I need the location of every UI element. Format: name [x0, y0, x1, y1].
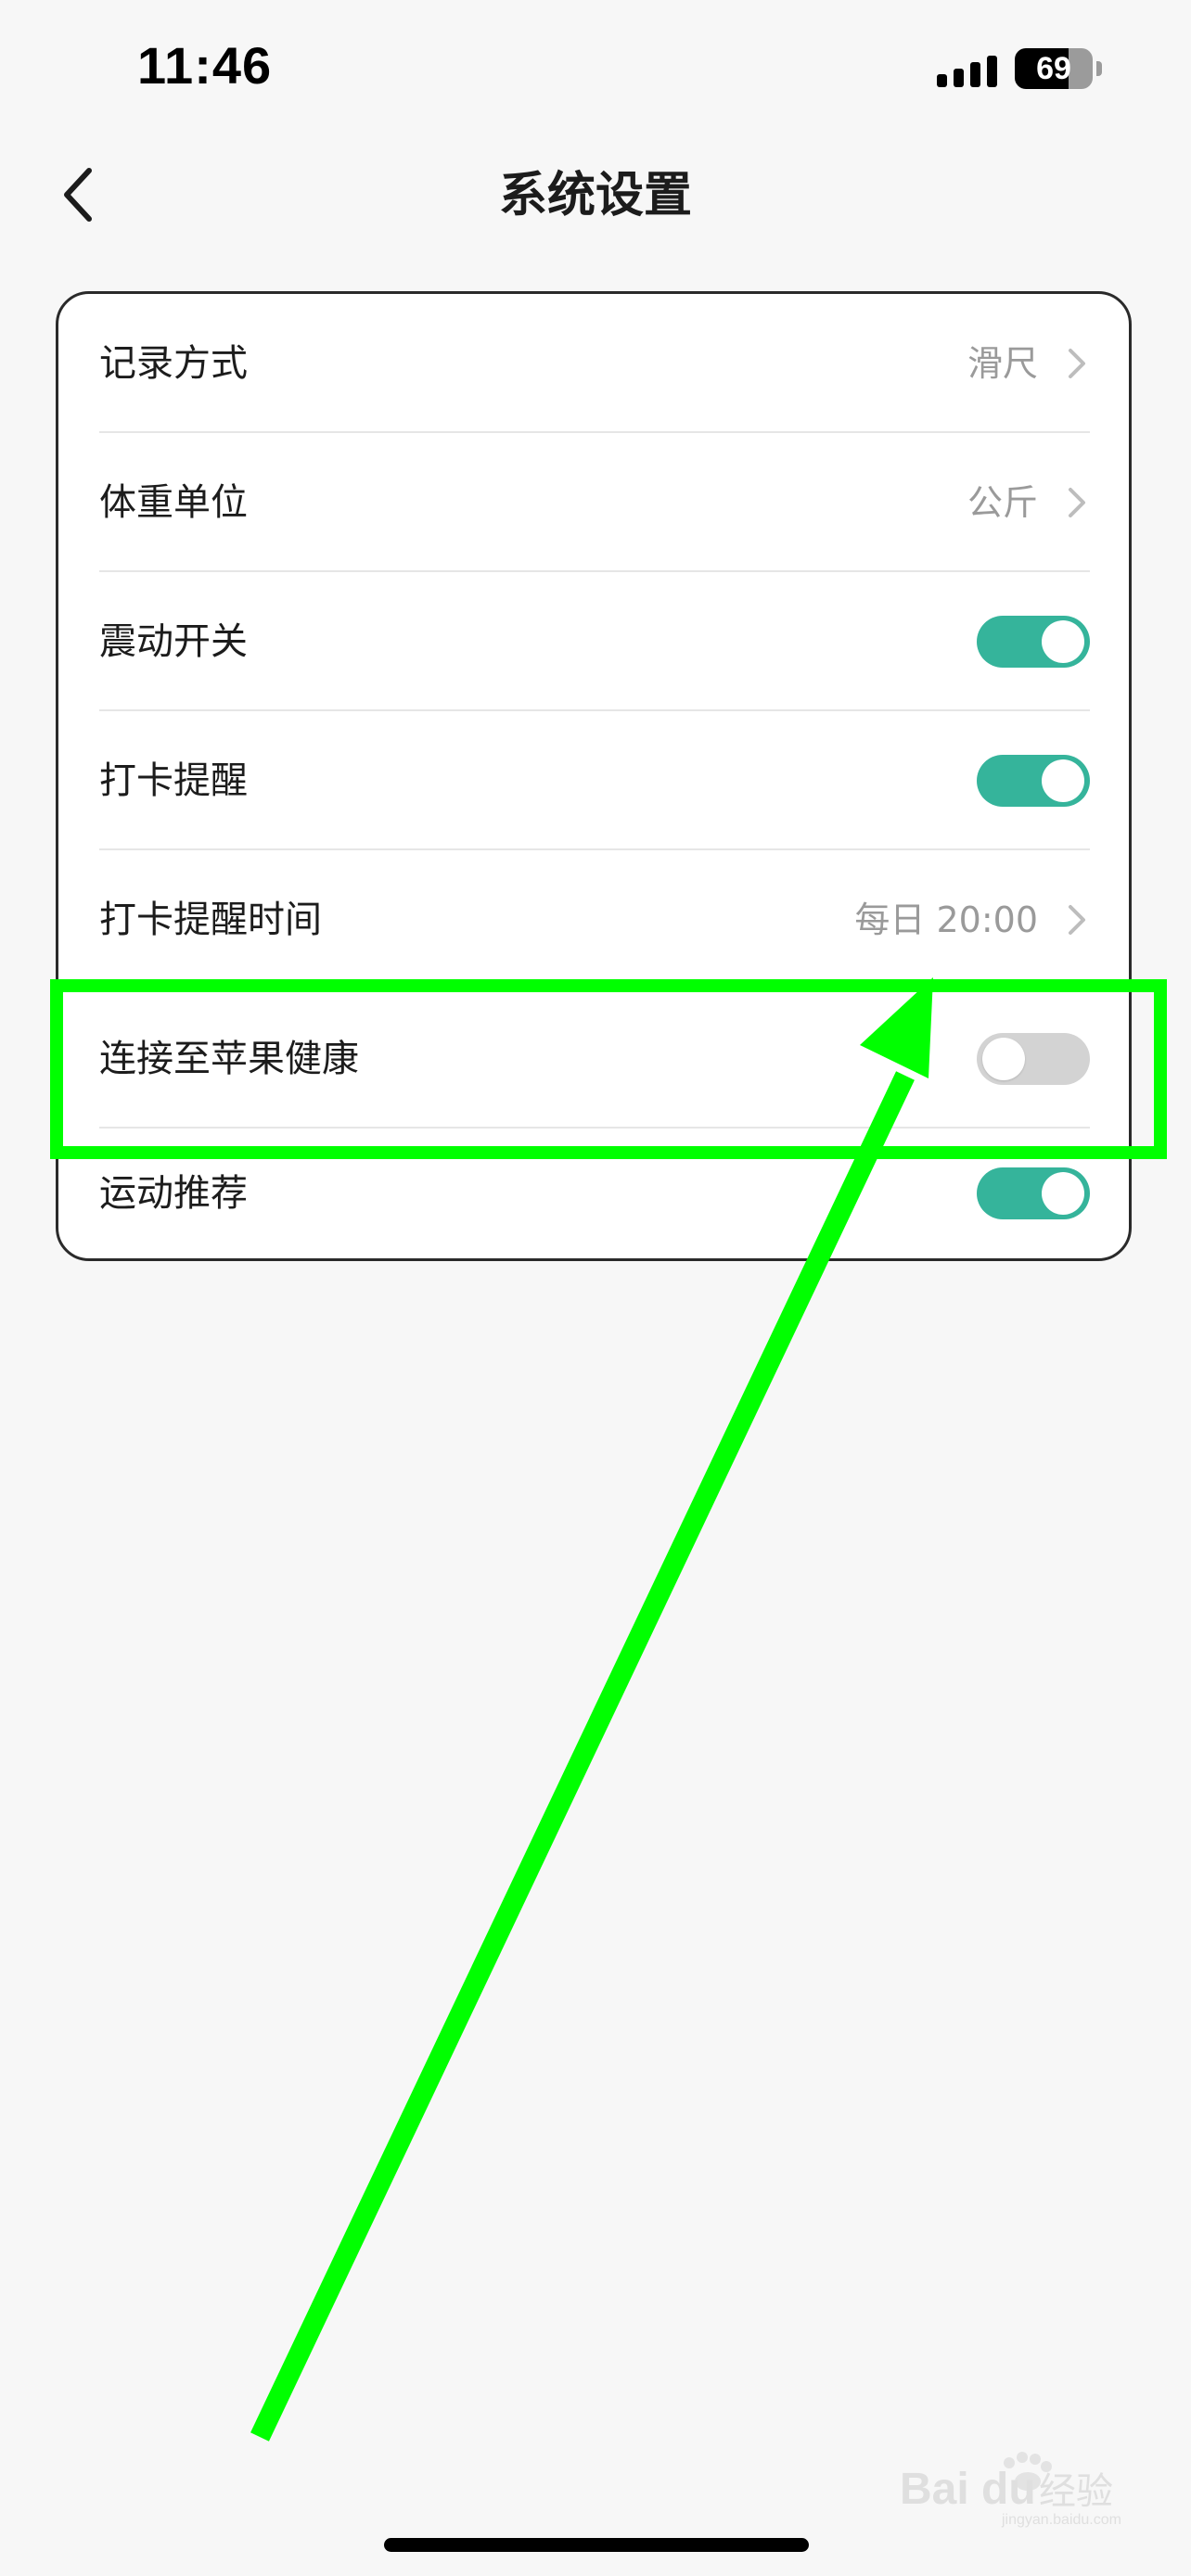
page-title: 系统设置	[498, 168, 692, 223]
toggle-knob	[1042, 759, 1084, 802]
chevron-right-icon	[1069, 905, 1085, 935]
battery-icon: 69	[1015, 48, 1093, 89]
setting-value: 滑尺	[967, 343, 1038, 384]
setting-label: 震动开关	[99, 620, 248, 663]
status-bar-time: 11:46	[137, 36, 273, 95]
baidu-jingyan-watermark: Bai du 经验 jingyan.baidu.com	[900, 2452, 1121, 2528]
cellular-signal-icon	[937, 50, 1011, 87]
setting-label: 打卡提醒	[99, 759, 248, 802]
annotation-highlight-box	[50, 979, 1167, 1159]
setting-row-vibration: 震动开关	[58, 572, 1129, 711]
setting-value: 公斤	[967, 482, 1038, 523]
setting-row-checkin-reminder: 打卡提醒	[58, 711, 1129, 850]
setting-label: 打卡提醒时间	[99, 899, 322, 941]
setting-row-reminder-time[interactable]: 打卡提醒时间 每日 20:00	[58, 850, 1129, 989]
setting-value: 每日 20:00	[854, 899, 1038, 940]
svg-text:du: du	[981, 2465, 1036, 2514]
checkin-reminder-toggle[interactable]	[977, 755, 1090, 807]
setting-label: 记录方式	[99, 342, 248, 385]
svg-text:Bai: Bai	[900, 2465, 969, 2514]
chevron-right-icon	[1069, 349, 1085, 378]
svg-text:经验: 经验	[1039, 2470, 1113, 2513]
toggle-knob	[1042, 1172, 1084, 1215]
setting-row-weight-unit[interactable]: 体重单位 公斤	[58, 433, 1129, 572]
battery-level: 69	[1036, 50, 1071, 86]
home-indicator[interactable]	[384, 2538, 809, 2552]
vibration-toggle[interactable]	[977, 616, 1090, 668]
setting-label: 体重单位	[99, 481, 248, 524]
battery-cap	[1096, 61, 1102, 76]
setting-row-record-method[interactable]: 记录方式 滑尺	[58, 294, 1129, 433]
svg-text:jingyan.baidu.com: jingyan.baidu.com	[1001, 2512, 1121, 2528]
exercise-recommend-toggle[interactable]	[977, 1167, 1090, 1219]
chevron-right-icon	[1069, 488, 1085, 517]
toggle-knob	[1042, 620, 1084, 663]
